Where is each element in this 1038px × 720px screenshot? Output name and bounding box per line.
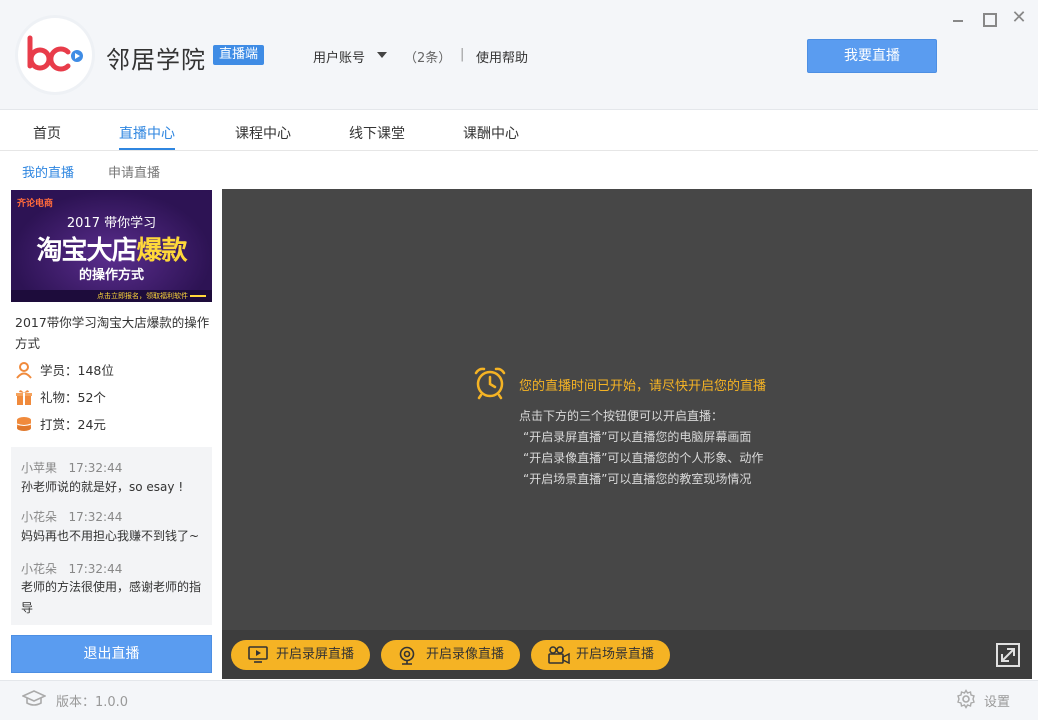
graduation-cap-icon <box>22 690 46 706</box>
cover-note: 点击立即报名，领取福利软件 <box>97 292 188 300</box>
tab-course-center[interactable]: 课程中心 <box>235 123 291 143</box>
coin-icon <box>16 416 32 431</box>
fullscreen-icon[interactable] <box>996 643 1020 667</box>
notice-line: “开启场景直播”可以直播您的教室现场情况 <box>523 472 752 486</box>
app-title: 邻居学院 <box>106 46 206 74</box>
gear-icon[interactable] <box>956 689 976 709</box>
main-nav: 首页 直播中心 课程中心 线下课堂 课酬中心 <box>0 111 1038 151</box>
notice-line: 点击下方的三个按钮便可以开启直播： <box>519 409 724 423</box>
app-logo <box>18 18 92 92</box>
chat-message: 妈妈再也不用担心我赚不到钱了~ <box>21 529 200 543</box>
notice-line: “开启录像直播”可以直播您的个人形象、动作 <box>523 451 764 465</box>
cover-tagline: 的操作方式 <box>78 268 144 283</box>
camera-icon <box>548 646 570 664</box>
course-cover-image[interactable]: 齐论电商 2017 带你学习 淘宝大店爆款 的操作方式 点击立即报名，领取福利软… <box>11 190 212 302</box>
stat-students: 学员：148位 <box>15 360 114 379</box>
alarm-clock-icon <box>474 367 506 400</box>
chat-author: 小苹果 17:32:44 <box>21 461 123 475</box>
start-scene-live-button[interactable]: 开启场景直播 <box>531 640 670 670</box>
subtab-apply-live[interactable]: 申请直播 <box>108 162 160 181</box>
chat-message: 孙老师说的就是好，so esay ! <box>21 480 184 494</box>
chat-message: 老师的方法很使用，感谢老师的指导 <box>21 580 202 615</box>
go-live-button[interactable]: 我要直播 <box>807 39 937 73</box>
stat-tips: 打赏：24元 <box>15 414 106 433</box>
notice-line: “开启录屏直播”可以直播您的电脑屏幕画面 <box>523 430 752 444</box>
divider: | <box>460 47 465 62</box>
cover-brand: 齐论电商 <box>17 199 54 209</box>
student-icon <box>16 361 32 379</box>
chat-author: 小花朵 17:32:44 <box>21 510 123 524</box>
minimize-icon[interactable] <box>950 10 966 26</box>
account-menu[interactable]: 用户账号 <box>313 47 365 66</box>
cover-subtitle: 2017 带你学习 <box>66 216 157 231</box>
maximize-icon[interactable] <box>980 10 997 27</box>
tab-home[interactable]: 首页 <box>33 123 61 143</box>
tab-earnings-center[interactable]: 课酬中心 <box>463 123 519 143</box>
stat-gifts: 礼物：52个 <box>15 387 106 406</box>
start-webcam-live-button[interactable]: 开启录像直播 <box>381 640 520 670</box>
message-count[interactable]: （2条） <box>404 47 451 66</box>
webcam-icon <box>399 646 415 665</box>
course-title: 2017带你学习淘宝大店爆款的操作方式 <box>15 315 210 351</box>
tab-offline-class[interactable]: 线下课堂 <box>349 123 405 143</box>
help-link[interactable]: 使用帮助 <box>476 47 528 66</box>
gift-icon <box>16 389 32 405</box>
screen-icon <box>248 646 268 663</box>
logo-mark-icon <box>27 35 83 72</box>
arrow-right-icon <box>190 295 206 297</box>
chevron-down-icon[interactable] <box>377 52 387 58</box>
chat-author: 小花朵 17:32:44 <box>21 562 123 576</box>
start-screen-live-button[interactable]: 开启录屏直播 <box>231 640 370 670</box>
cover-headline: 淘宝大店爆款 <box>36 236 187 266</box>
active-tab-indicator <box>119 148 175 150</box>
tab-live-center[interactable]: 直播中心 <box>119 123 175 143</box>
version-label: 版本：1.0.0 <box>56 695 129 710</box>
notice-title: 您的直播时间已开始，请尽快开启您的直播 <box>519 379 767 394</box>
mode-badge: 直播端 <box>213 45 265 65</box>
status-bar <box>0 680 1038 720</box>
chat-panel[interactable]: 小苹果 17:32:44 孙老师说的就是好，so esay ! 小花朵 17:3… <box>11 447 212 625</box>
exit-live-button[interactable]: 退出直播 <box>11 635 212 673</box>
close-icon[interactable]: ✕ <box>1011 9 1027 27</box>
subtab-my-live[interactable]: 我的直播 <box>22 162 74 181</box>
settings-link[interactable]: 设置 <box>984 691 1010 710</box>
